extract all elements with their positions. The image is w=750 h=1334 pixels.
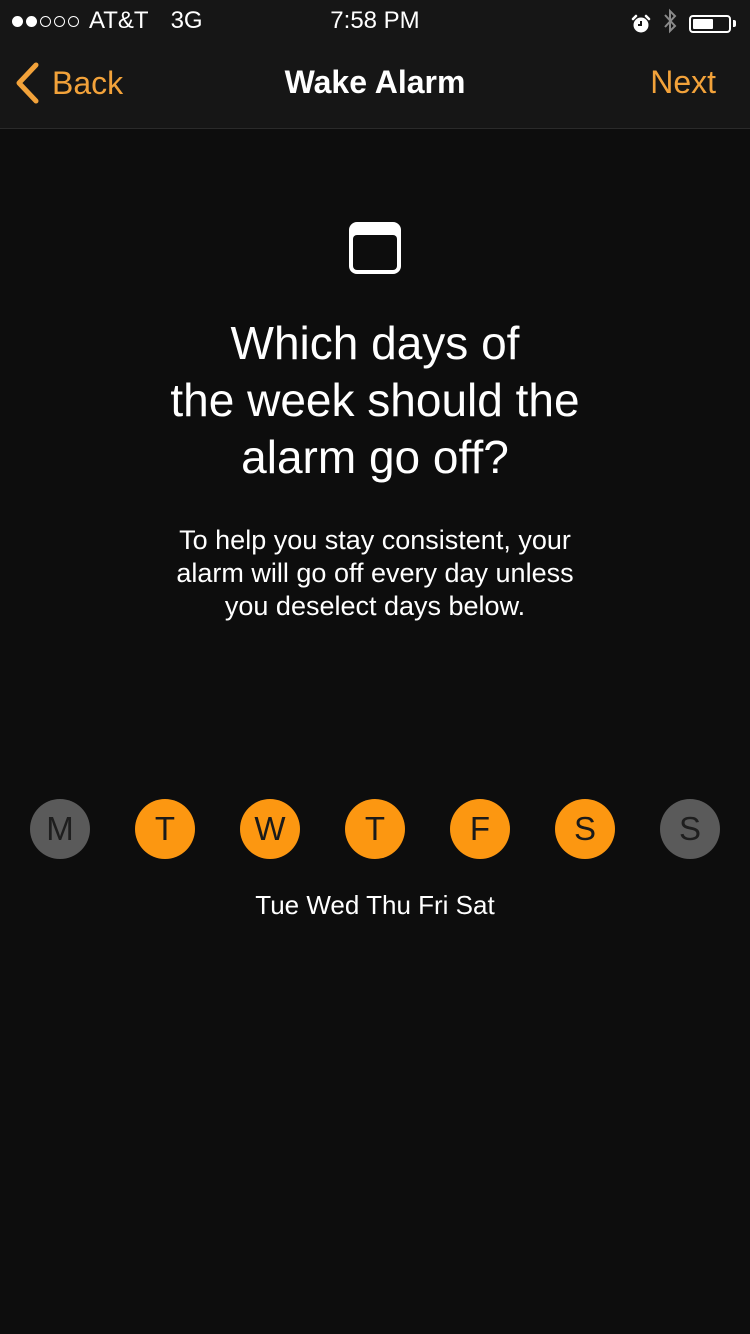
bluetooth-icon [663,8,677,39]
question-line: the week should the [170,374,580,426]
back-button[interactable]: Back [14,62,123,104]
status-icons [631,8,736,39]
next-button[interactable]: Next [650,64,716,101]
description-line: To help you stay consistent, your [179,525,571,555]
day-toggle-wednesday[interactable]: W [240,799,300,859]
day-toggle-monday[interactable]: M [30,799,90,859]
question-line: alarm go off? [241,431,509,483]
day-toggle-thursday[interactable]: T [345,799,405,859]
day-toggle-saturday[interactable]: S [555,799,615,859]
calendar-icon [349,222,401,274]
status-bar: AT&T 3G 7:58 PM [0,0,750,40]
selected-days-summary: Tue Wed Thu Fri Sat [255,890,495,920]
description-line: alarm will go off every day unless [176,558,574,588]
battery-level [693,18,714,29]
question-line: Which days of [230,317,520,369]
day-toggle-friday[interactable]: F [450,799,510,859]
day-selector: M T W T F S S [30,799,720,859]
day-toggle-sunday[interactable]: S [660,799,720,859]
chevron-left-icon [16,62,39,104]
battery-icon [689,14,736,33]
question-heading: Which days of the week should the alarm … [0,315,750,486]
navigation-bar: Back Wake Alarm Next [0,40,750,129]
description-text: To help you stay consistent, your alarm … [0,524,750,623]
alarm-clock-icon [631,14,651,32]
back-label: Back [52,64,124,101]
description-line: you deselect days below. [224,591,526,621]
day-toggle-tuesday[interactable]: T [135,799,195,859]
